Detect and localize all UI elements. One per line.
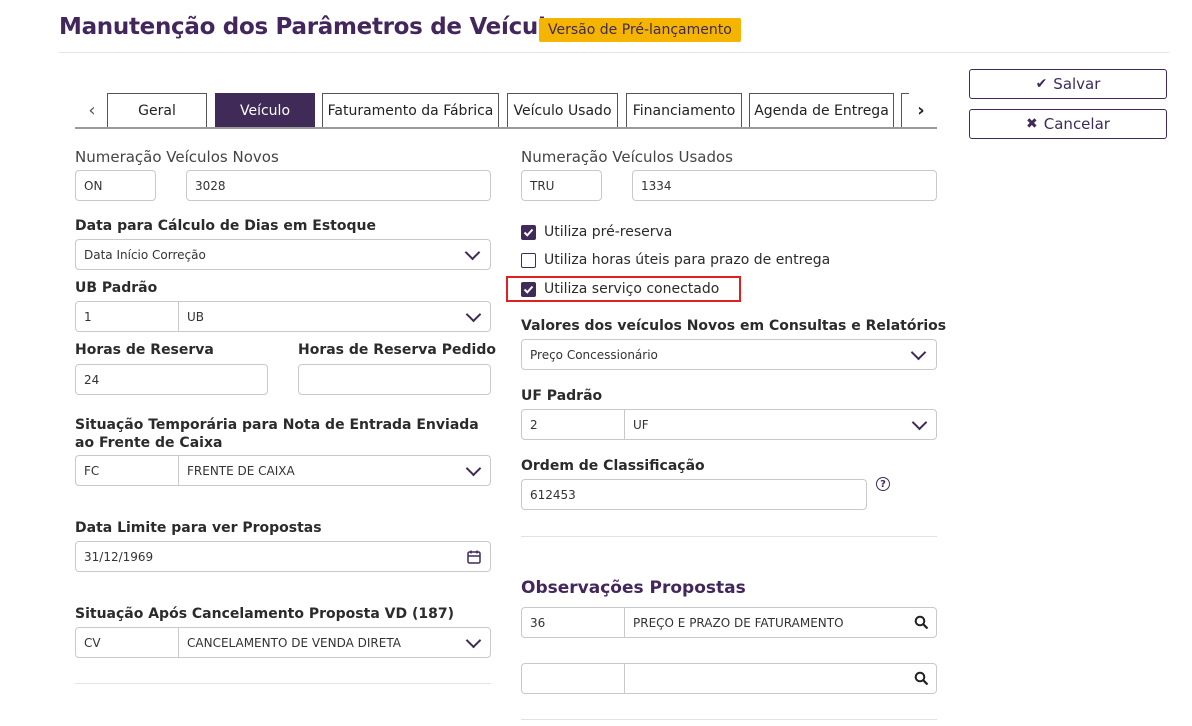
ub-padrao-select[interactable]: 1 UB (75, 301, 491, 332)
data-calculo-label: Data para Cálculo de Dias em Estoque (75, 218, 376, 234)
checkbox-horas-uteis[interactable]: Utiliza horas úteis para prazo de entreg… (521, 252, 830, 268)
prerelease-badge: Versão de Pré-lançamento (539, 18, 741, 42)
data-limite-value: 31/12/1969 (84, 549, 154, 564)
horas-reserva-field[interactable]: 24 (75, 364, 268, 395)
close-icon: ✖ (1026, 116, 1038, 132)
tabs-scroll-right-icon[interactable]: › (906, 94, 936, 127)
checkbox-unchecked-icon[interactable] (521, 252, 536, 268)
check-icon: ✔ (1035, 76, 1048, 92)
ub-padrao-label: UB Padrão (75, 280, 158, 296)
ordem-classificacao-field[interactable]: 612453 (521, 479, 867, 510)
checkbox-pre-reserva-label: Utiliza pré-reserva (544, 224, 673, 240)
tab-veiculo[interactable]: Veículo (215, 93, 315, 127)
save-button[interactable]: ✔ Salvar (969, 69, 1167, 99)
cancel-button[interactable]: ✖ Cancelar (969, 109, 1167, 139)
numeracao-novos-label: Numeração Veículos Novos (75, 148, 279, 166)
search-icon (914, 671, 928, 686)
data-limite-field[interactable]: 31/12/1969 (75, 541, 491, 572)
chevron-down-icon (911, 414, 927, 430)
situacao-cancelamento-code[interactable]: CV (76, 628, 179, 657)
horas-reserva-pedido-field[interactable] (298, 364, 491, 395)
checkbox-pre-reserva[interactable]: Utiliza pré-reserva (521, 224, 672, 240)
header-divider (59, 52, 1169, 53)
situacao-temporaria-select[interactable]: FC FRENTE DE CAIXA (75, 455, 491, 486)
chevron-down-icon (465, 306, 481, 322)
situacao-temporaria-code[interactable]: FC (76, 456, 179, 485)
chevron-down-icon (465, 632, 481, 648)
observacoes-title: Observações Propostas (521, 578, 746, 598)
valores-novos-label: Valores dos veículos Novos em Consultas … (521, 318, 947, 334)
situacao-cancelamento-value: CANCELAMENTO DE VENDA DIRETA (187, 635, 401, 650)
tabbar-underline (75, 127, 937, 129)
page-title: Manutenção dos Parâmetros de Veículos (59, 14, 575, 40)
data-calculo-value: Data Início Correção (84, 247, 206, 262)
observacao-value (625, 664, 906, 693)
horas-reserva-pedido-label: Horas de Reserva Pedido (298, 342, 496, 358)
highlight-box (506, 276, 741, 302)
right-divider (521, 536, 937, 537)
checkbox-horas-uteis-label: Utiliza horas úteis para prazo de entreg… (544, 252, 831, 268)
help-icon[interactable]: ? (876, 477, 890, 491)
uf-padrao-value: UF (633, 417, 649, 432)
observacao-code[interactable] (522, 664, 625, 693)
valores-novos-value: Preço Concessionário (530, 347, 658, 362)
tabs-scroll-left-icon[interactable]: ‹ (77, 94, 107, 127)
numeracao-usados-label: Numeração Veículos Usados (521, 148, 733, 166)
calendar-icon[interactable] (466, 549, 482, 565)
situacao-cancelamento-label: Situação Após Cancelamento Proposta VD (… (75, 606, 454, 622)
chevron-down-icon (910, 344, 927, 360)
numeracao-novos-value-field[interactable]: 3028 (186, 170, 491, 201)
search-icon (914, 615, 928, 630)
tab-financiamento[interactable]: Financiamento (626, 93, 742, 127)
data-limite-label: Data Limite para ver Propostas (75, 520, 322, 536)
ub-padrao-code[interactable]: 1 (76, 302, 179, 331)
numeracao-novos-code-field[interactable]: ON (75, 170, 156, 201)
valores-novos-select[interactable]: Preço Concessionário (521, 339, 937, 370)
tab-faturamento-fabrica[interactable]: Faturamento da Fábrica (322, 93, 499, 127)
observacao-row[interactable] (521, 663, 937, 694)
situacao-temporaria-label: Situação Temporária para Nota de Entrada… (75, 417, 479, 451)
left-bottom-divider (75, 683, 491, 684)
cancel-button-label: Cancelar (1043, 115, 1110, 133)
chevron-down-icon (464, 244, 481, 260)
search-button[interactable] (906, 608, 936, 637)
checkbox-checked-icon[interactable] (521, 224, 536, 240)
tab-geral[interactable]: Geral (107, 93, 207, 127)
tab-agenda-entrega[interactable]: Agenda de Entrega (749, 93, 894, 127)
uf-padrao-code[interactable]: 2 (522, 410, 625, 439)
tab-veiculo-usado[interactable]: Veículo Usado (507, 93, 618, 127)
right-bottom-divider (521, 719, 937, 720)
numeracao-usados-value-field[interactable]: 1334 (632, 170, 937, 201)
chevron-down-icon (465, 460, 481, 476)
uf-padrao-select[interactable]: 2 UF (521, 409, 937, 440)
ordem-classificacao-label: Ordem de Classificação (521, 458, 705, 474)
data-calculo-select[interactable]: Data Início Correção (75, 239, 491, 270)
numeracao-usados-code-field[interactable]: TRU (521, 170, 602, 201)
ub-padrao-value: UB (187, 309, 205, 324)
horas-reserva-label: Horas de Reserva (75, 342, 214, 358)
search-button[interactable] (906, 664, 936, 693)
save-button-label: Salvar (1053, 75, 1101, 93)
uf-padrao-label: UF Padrão (521, 388, 603, 404)
observacao-row[interactable]: 36 PREÇO E PRAZO DE FATURAMENTO (521, 607, 937, 638)
situacao-cancelamento-select[interactable]: CV CANCELAMENTO DE VENDA DIRETA (75, 627, 491, 658)
situacao-temporaria-value: FRENTE DE CAIXA (187, 463, 295, 478)
observacao-code[interactable]: 36 (522, 608, 625, 637)
observacao-value: PREÇO E PRAZO DE FATURAMENTO (633, 615, 844, 630)
